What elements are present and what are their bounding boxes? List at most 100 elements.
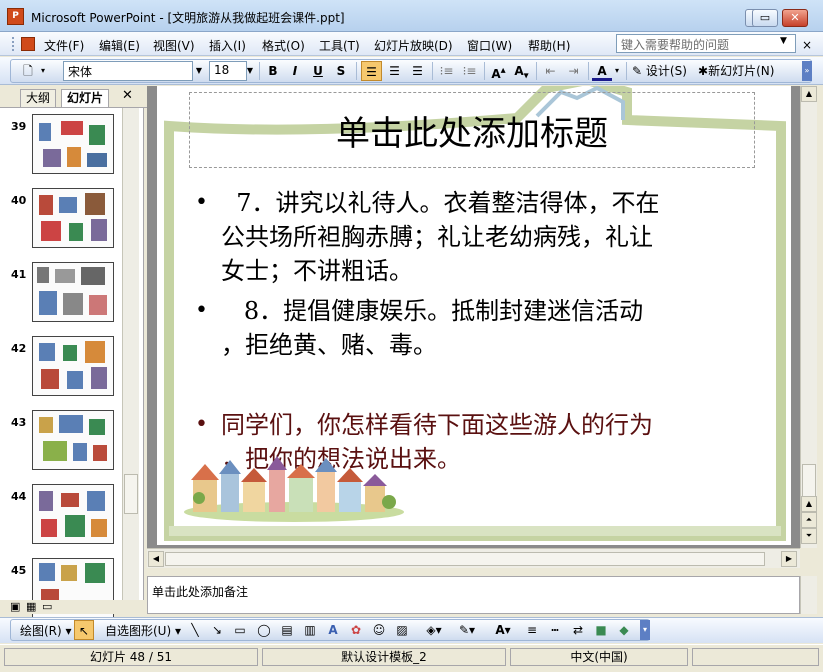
menu-view[interactable]: 视图(V)	[153, 37, 195, 54]
thumbnail-number: 44	[11, 490, 27, 503]
line-color-icon[interactable]: ✎▾	[452, 620, 482, 640]
font-name-select[interactable]: 宋体	[63, 61, 193, 81]
bullet-text-2[interactable]: 8．提倡健康娱乐。抵制封建迷信活动 ，拒绝黄、赌、毒。	[221, 294, 781, 362]
toolbar-separator	[484, 62, 485, 80]
shadow-style-icon[interactable]: ■	[591, 620, 611, 640]
increase-indent-icon[interactable]: ⇥	[563, 61, 584, 81]
bold-button[interactable]: B	[263, 61, 283, 81]
slide-scrollbar[interactable]: ▲ ▲ ⏶ ⏷	[800, 86, 817, 548]
thumbnail-image	[32, 484, 114, 544]
bullets-icon[interactable]: ⁝≡	[459, 61, 480, 81]
menu-file[interactable]: 文件(F)	[44, 37, 84, 54]
document-icon[interactable]	[21, 37, 35, 51]
autoshapes-button[interactable]: 自选图形(U) ▾	[105, 622, 181, 639]
bullet-line: 7．讲究以礼待人。衣着整洁得体，不在	[221, 189, 660, 217]
chevron-down-icon[interactable]: ▼	[780, 36, 787, 46]
arrow-icon[interactable]: ↘	[208, 620, 226, 640]
menu-grip-icon[interactable]	[12, 37, 15, 51]
decrease-indent-icon[interactable]: ⇤	[540, 61, 561, 81]
thumbnail-image	[32, 410, 114, 470]
thumbnail-number: 40	[11, 194, 27, 207]
thumbnail-number: 45	[11, 564, 27, 577]
align-center-icon[interactable]: ☰	[384, 61, 405, 81]
bullet-text-1[interactable]: 7．讲究以礼待人。衣着整洁得体，不在 公共场所袒胸赤膊；礼让老幼病残，礼让 女士…	[221, 186, 781, 288]
diagram-icon[interactable]: ✿	[346, 620, 366, 640]
arrow-style-icon[interactable]: ⇄	[568, 620, 588, 640]
tab-slides[interactable]: 幻灯片	[61, 89, 110, 107]
3d-style-icon[interactable]: ◆	[614, 620, 634, 640]
bullet-line: 女士；不讲粗话。	[221, 257, 413, 285]
maximize-icon: ▭	[759, 11, 771, 24]
vertical-textbox-icon[interactable]: ▥	[300, 620, 320, 640]
toolbar-options-icon[interactable]: »	[802, 61, 812, 81]
menu-window[interactable]: 窗口(W)	[467, 37, 512, 54]
tab-outline[interactable]: 大纲	[20, 89, 57, 107]
font-color-icon[interactable]: A▾	[488, 620, 518, 640]
align-right-icon[interactable]: ☰	[407, 61, 428, 81]
select-pointer-icon[interactable]: ↖	[74, 620, 94, 640]
maximize-button[interactable]: ▭	[752, 9, 778, 27]
close-icon: ✕	[790, 11, 800, 24]
line-style-icon[interactable]: ≡	[522, 620, 542, 640]
new-icon[interactable]: 🗋	[17, 61, 39, 81]
design-button[interactable]: ✎ 设计(S)	[632, 61, 694, 81]
next-slide-icon[interactable]: ⏷	[801, 528, 817, 544]
oval-icon[interactable]: ◯	[254, 620, 274, 640]
thumbnail-image	[32, 114, 114, 174]
scroll-left-icon[interactable]: ◀	[148, 551, 164, 567]
decrease-font-icon[interactable]: A▾	[511, 61, 532, 81]
menu-insert[interactable]: 插入(I)	[209, 37, 246, 54]
thumbnail-scrollbar[interactable]	[122, 108, 139, 600]
design-icon: ✎	[632, 64, 643, 78]
menu-tools[interactable]: 工具(T)	[319, 37, 360, 54]
previous-slide-icon[interactable]: ⏶	[801, 512, 817, 528]
font-name-dropdown-icon[interactable]: ▼	[192, 61, 206, 81]
slide-title[interactable]: 单击此处添加标题	[189, 106, 755, 155]
menu-slideshow[interactable]: 幻灯片放映(D)	[374, 37, 453, 54]
notes-scrollbar[interactable]	[800, 576, 817, 614]
increase-font-icon[interactable]: A▴	[488, 61, 509, 81]
menu-edit[interactable]: 编辑(E)	[99, 37, 140, 54]
scroll-up-icon[interactable]: ▲	[801, 86, 817, 102]
dash-style-icon[interactable]: ┅	[545, 620, 565, 640]
horizontal-scrollbar[interactable]: ◀ ▶	[147, 548, 800, 568]
font-size-select[interactable]: 18	[209, 61, 247, 81]
slide-sorter-icon[interactable]: ▦	[26, 600, 36, 613]
underline-button[interactable]: U	[308, 61, 328, 81]
textbox-icon[interactable]: ▤	[277, 620, 297, 640]
clipart-icon[interactable]: ☺	[369, 620, 389, 640]
help-search-input[interactable]: 键入需要帮助的问题	[616, 34, 796, 53]
scroll-right-icon[interactable]: ▶	[781, 551, 797, 567]
font-color-icon[interactable]: A	[592, 61, 612, 81]
close-document-icon[interactable]: ×	[802, 38, 812, 52]
scrollbar-thumb[interactable]	[165, 552, 765, 566]
close-icon[interactable]: ✕	[122, 88, 133, 103]
new-slide-button[interactable]: ✱新幻灯片(N)	[698, 61, 786, 81]
chevron-down-icon[interactable]: ▾	[612, 61, 622, 81]
draw-menu-button[interactable]: 绘图(R) ▾	[20, 622, 72, 639]
numbering-icon[interactable]: ⁝≡	[436, 61, 457, 81]
notes-pane[interactable]: 单击此处添加备注	[147, 576, 800, 614]
toolbar-separator	[626, 62, 627, 80]
chevron-down-icon[interactable]: ▾	[38, 61, 48, 81]
rectangle-icon[interactable]: ▭	[230, 620, 250, 640]
menu-format[interactable]: 格式(O)	[262, 37, 305, 54]
powerpoint-icon[interactable]: P	[7, 8, 24, 25]
normal-view-icon[interactable]: ▣	[10, 600, 20, 613]
slideshow-icon[interactable]: ▭	[42, 600, 52, 613]
align-left-icon[interactable]: ☰	[361, 61, 382, 81]
wordart-icon[interactable]: A	[323, 620, 343, 640]
scrollbar-thumb[interactable]	[124, 474, 138, 514]
shadow-button[interactable]: S	[331, 61, 351, 81]
toolbar-separator	[432, 62, 433, 80]
fill-color-icon[interactable]: ◈▾	[420, 620, 448, 640]
toolbar-options-icon[interactable]: ▾	[640, 620, 650, 640]
picture-icon[interactable]: ▨	[392, 620, 412, 640]
menu-help[interactable]: 帮助(H)	[528, 37, 570, 54]
line-icon[interactable]: ╲	[186, 620, 204, 640]
italic-button[interactable]: I	[285, 61, 305, 81]
slide-editing-area: 单击此处添加标题 • 7．讲究以礼待人。衣着整洁得体，不在 公共场所袒胸赤膊；礼…	[147, 86, 800, 548]
close-button[interactable]: ✕	[782, 9, 808, 27]
scroll-up-icon[interactable]: ▲	[801, 496, 817, 512]
font-size-dropdown-icon[interactable]: ▼	[243, 61, 257, 81]
